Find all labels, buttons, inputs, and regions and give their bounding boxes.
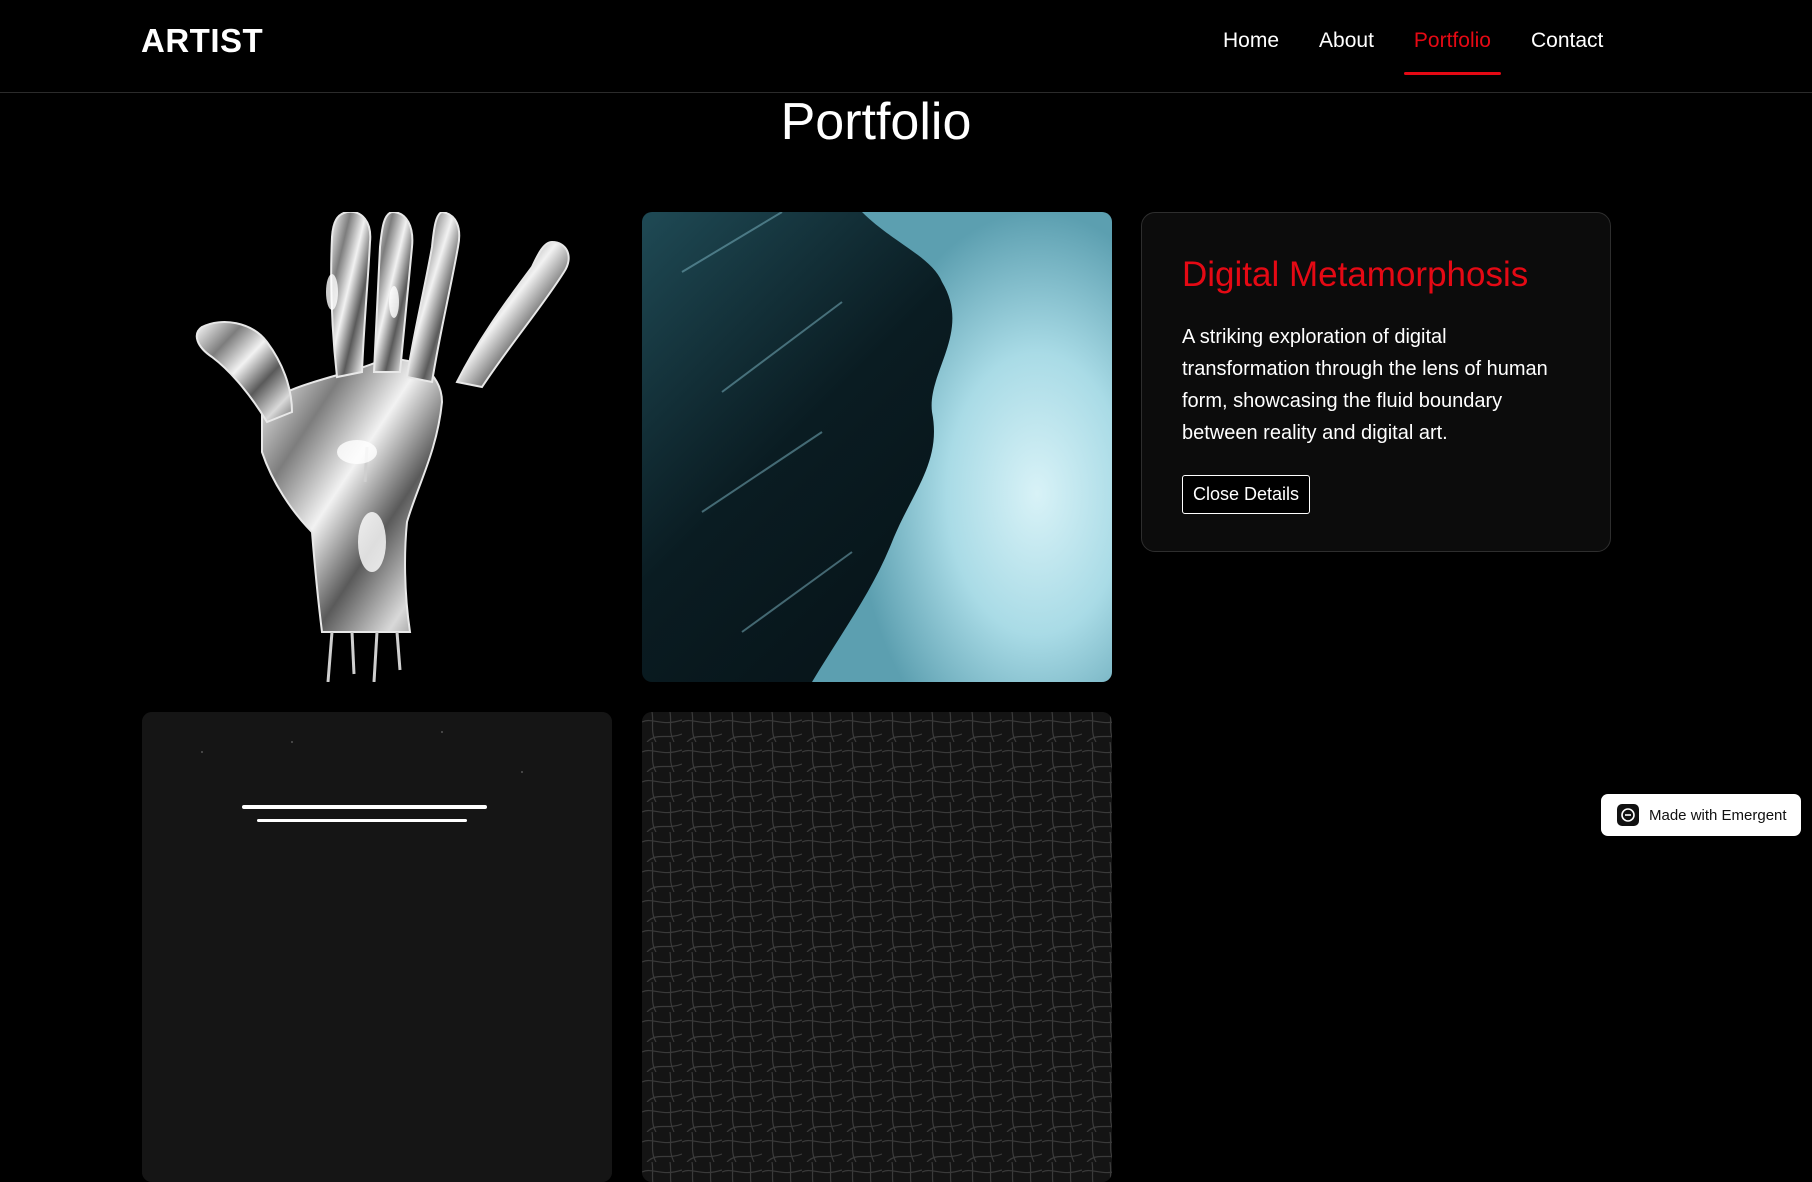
portfolio-item-light-streaks[interactable] [142, 712, 612, 1182]
portfolio-item-ocean-wave[interactable] [642, 212, 1112, 682]
nav-contact-link[interactable]: Contact [1531, 29, 1603, 53]
artwork-title: Digital Metamorphosis [1182, 255, 1529, 294]
emergent-logo-icon [1617, 804, 1639, 826]
artwork-details-panel: Digital Metamorphosis A striking explora… [1141, 212, 1611, 552]
page-title: Portfolio [780, 93, 972, 151]
made-with-emergent-badge[interactable]: Made with Emergent [1601, 794, 1801, 836]
leather-texture-artwork [642, 712, 1112, 1182]
close-details-button[interactable]: Close Details [1182, 475, 1311, 514]
badge-label: Made with Emergent [1649, 806, 1787, 824]
chrome-hand-artwork [195, 212, 570, 682]
site-header: ARTIST Home About Portfolio Contact [0, 0, 1812, 93]
artwork-description: A striking exploration of digital transf… [1182, 326, 1548, 444]
main-nav: Home About Portfolio Contact [1223, 29, 1643, 75]
site-logo[interactable]: ARTIST [141, 22, 263, 60]
nav-about-link[interactable]: About [1319, 29, 1374, 53]
ocean-wave-artwork [642, 212, 1112, 682]
nav-portfolio-link[interactable]: Portfolio [1403, 29, 1502, 75]
portfolio-item-chrome-hand[interactable] [142, 212, 612, 682]
nav-home-link[interactable]: Home [1223, 29, 1279, 53]
portfolio-item-leather[interactable] [642, 712, 1112, 1182]
light-streaks-artwork [142, 712, 612, 1182]
